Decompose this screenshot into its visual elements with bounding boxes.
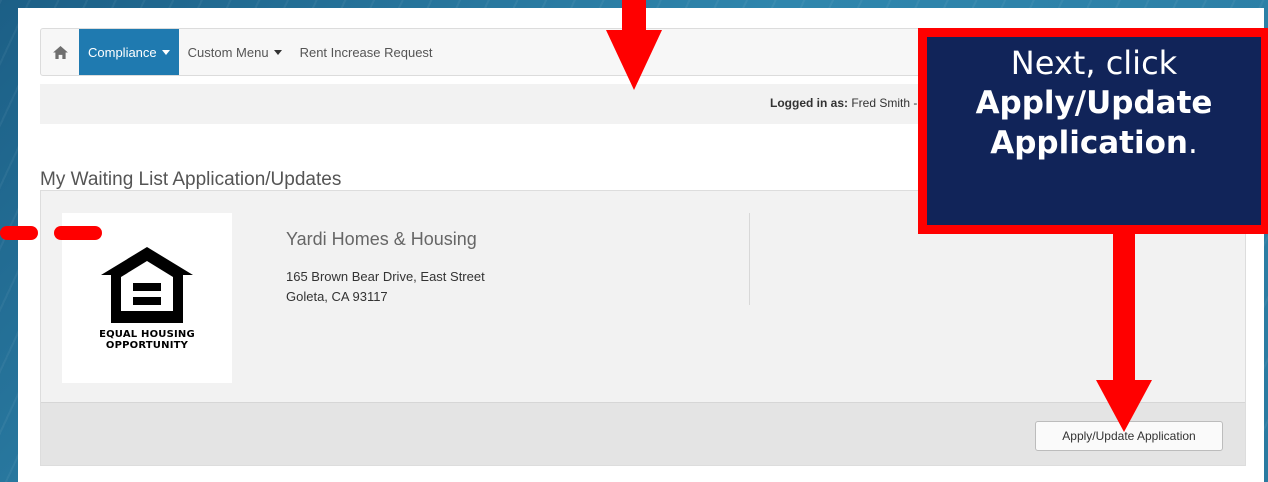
annotation-dash: [54, 226, 102, 240]
nav-compliance[interactable]: Compliance: [79, 29, 179, 75]
annotation-arrow-top-head: [606, 30, 662, 90]
property-address: 165 Brown Bear Drive, East Street Goleta…: [286, 269, 485, 304]
logged-in-text: Logged in as: Fred Smith - 9: [770, 96, 927, 110]
caret-down-icon: [273, 49, 282, 55]
logo-caption: EQUAL HOUSING OPPORTUNITY: [99, 329, 195, 351]
annotation-arrow-top: [622, 0, 646, 30]
equal-housing-icon: [101, 247, 193, 323]
nav-custom-menu-label: Custom Menu: [187, 44, 269, 60]
annotation-callout-text: Next, click Apply/Update Application.: [927, 37, 1261, 225]
logged-in-user: Fred Smith - 9: [851, 96, 928, 110]
card-divider: [749, 213, 750, 305]
annotation-callout: Next, click Apply/Update Application.: [918, 28, 1268, 234]
nav-rent-increase-label: Rent Increase Request: [299, 44, 433, 60]
page-title: My Waiting List Application/Updates: [40, 168, 342, 190]
logged-in-label: Logged in as:: [770, 96, 848, 110]
nav-home-button[interactable]: [41, 29, 79, 75]
home-icon: [52, 45, 68, 59]
nav-compliance-label: Compliance: [88, 44, 157, 60]
nav-rent-increase-request[interactable]: Rent Increase Request: [291, 29, 442, 75]
annotation-dash: [0, 226, 38, 240]
nav-custom-menu[interactable]: Custom Menu: [179, 29, 291, 75]
caret-down-icon: [161, 49, 170, 55]
annotation-arrow-down: [1113, 232, 1135, 382]
card-footer: Apply/Update Application: [41, 402, 1245, 465]
property-name: Yardi Homes & Housing: [286, 229, 477, 249]
annotation-arrow-down-head: [1096, 380, 1152, 432]
